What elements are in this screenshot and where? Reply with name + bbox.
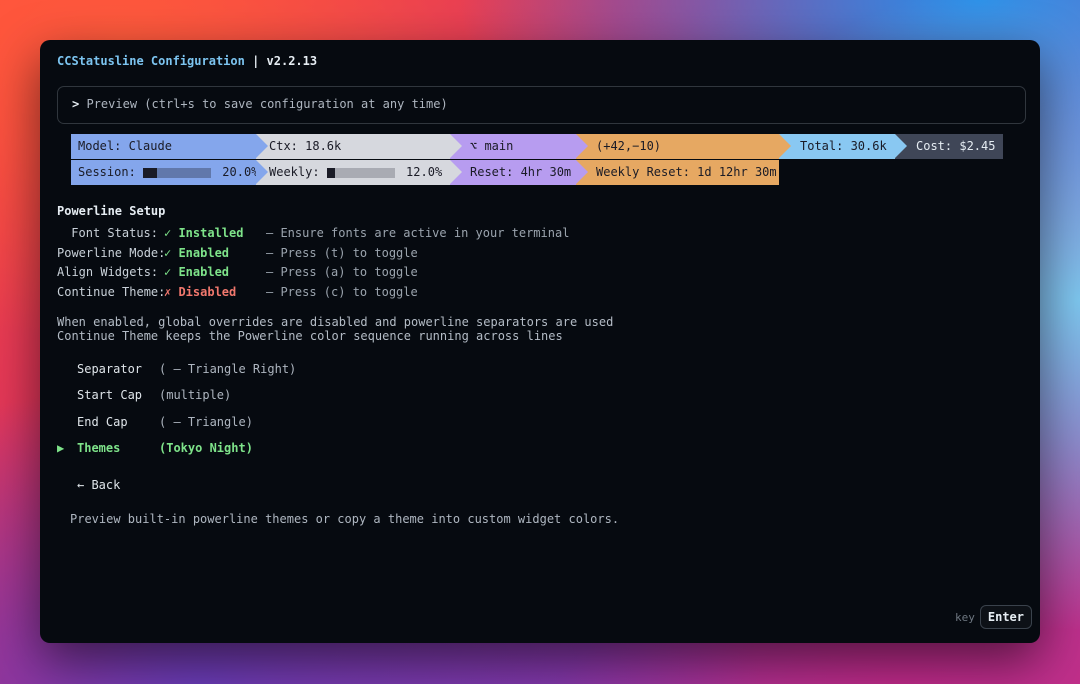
themes-value: (Tokyo Night) bbox=[159, 441, 253, 455]
model-segment: Model: Claude bbox=[71, 134, 268, 159]
continue-theme-label: Continue Theme: bbox=[57, 285, 166, 299]
end-cap-value: ( – Triangle) bbox=[159, 415, 253, 429]
session-percent: 20.0% bbox=[222, 165, 259, 179]
session-label: Session: bbox=[78, 165, 136, 179]
enter-key-button[interactable]: Enter bbox=[979, 605, 1032, 629]
model-text: Model: Claude bbox=[78, 139, 172, 153]
help-text: Preview built-in powerline themes or cop… bbox=[70, 512, 620, 526]
git-branch-text: ⌥ main bbox=[470, 139, 514, 153]
terminal-window: CCStatusline Configuration | v2.2.13 > P… bbox=[40, 40, 1040, 643]
end-cap-label: End Cap bbox=[77, 415, 128, 429]
themes-label: Themes bbox=[77, 441, 121, 455]
app-title: CCStatusline Configuration | v2.2.13 bbox=[57, 54, 317, 68]
continue-theme-value: ✗ Disabled bbox=[164, 285, 237, 299]
reset-segment: Reset: 4hr 30m bbox=[450, 160, 588, 185]
align-widgets-hint: – Press (a) to toggle bbox=[266, 265, 418, 279]
total-text: Total: 30.6k bbox=[800, 139, 887, 153]
weekly-reset-segment: Weekly Reset: 1d 12hr 30m bbox=[576, 160, 779, 185]
note-line-1: When enabled, global overrides are disab… bbox=[57, 315, 614, 329]
git-branch-segment: ⌥ main bbox=[450, 134, 588, 159]
font-status-label: Font Status: bbox=[71, 226, 158, 240]
git-changes-text: (+42,−10) bbox=[596, 139, 662, 153]
powerline-setup-title: Powerline Setup bbox=[57, 204, 166, 218]
git-changes-segment: (+42,−10) bbox=[576, 134, 791, 159]
session-usage-bar bbox=[143, 167, 212, 178]
align-widgets-label: Align Widgets: bbox=[57, 265, 159, 279]
start-cap-value: (multiple) bbox=[159, 388, 232, 402]
font-status-value: ✓ Installed bbox=[164, 226, 244, 240]
note-line-2: Continue Theme keeps the Powerline color… bbox=[57, 329, 563, 343]
weekly-label: Weekly: bbox=[269, 165, 320, 179]
powerline-row-2: Session: 20.0% Weekly: 12.0% Reset: 4hr … bbox=[71, 160, 779, 185]
continue-theme-hint: – Press (c) to toggle bbox=[266, 285, 418, 299]
align-widgets-value: ✓ Enabled bbox=[164, 265, 230, 279]
total-segment: Total: 30.6k bbox=[779, 134, 907, 159]
app-name: CCStatusline Configuration bbox=[57, 54, 245, 68]
preview-box: > Preview (ctrl+s to save configuration … bbox=[57, 86, 1026, 124]
continue-theme-row[interactable]: Continue Theme:✗ Disabled – Press (c) to … bbox=[57, 284, 418, 300]
cost-segment: Cost: $2.45 bbox=[895, 134, 1003, 159]
weekly-usage-bar bbox=[326, 167, 395, 178]
weekly-reset-text: Weekly Reset: 1d 12hr 30m bbox=[596, 165, 777, 179]
menu-item-themes[interactable]: ▶ Themes (Tokyo Night) bbox=[57, 440, 253, 456]
separator-value: ( – Triangle Right) bbox=[159, 362, 297, 376]
weekly-percent: 12.0% bbox=[406, 165, 443, 179]
align-widgets-row[interactable]: Align Widgets: ✓ Enabled – Press (a) to to… bbox=[57, 264, 418, 280]
powerline-mode-label: Powerline Mode: bbox=[57, 246, 166, 260]
font-status-row: Font Status: ✓ Installed – Ensure fonts ar… bbox=[57, 225, 569, 241]
session-usage-fill bbox=[143, 167, 158, 178]
cost-text: Cost: $2.45 bbox=[916, 139, 996, 153]
preview-text: Preview (ctrl+s to save configuration at… bbox=[86, 97, 448, 111]
key-hint-label: key bbox=[955, 610, 975, 624]
weekly-usage-fill bbox=[326, 167, 335, 178]
ctx-text: Ctx: 18.6k bbox=[269, 139, 342, 153]
weekly-segment: Weekly: 12.0% bbox=[256, 160, 462, 185]
prompt-glyph: > bbox=[72, 97, 80, 111]
powerline-mode-value: ✓ Enabled bbox=[164, 246, 230, 260]
powerline-mode-hint: – Press (t) to toggle bbox=[266, 246, 418, 260]
powerline-row-1: Model: Claude Ctx: 18.6k ⌥ main (+42,−10… bbox=[71, 134, 1003, 159]
ctx-segment: Ctx: 18.6k bbox=[256, 134, 462, 159]
app-version: | v2.2.13 bbox=[252, 54, 318, 68]
back-label: ← Back bbox=[77, 478, 121, 492]
separator-label: Separator bbox=[77, 362, 143, 376]
selection-pointer-icon: ▶ bbox=[57, 441, 65, 455]
key-hint: key Enter bbox=[955, 605, 1032, 629]
reset-text: Reset: 4hr 30m bbox=[470, 165, 572, 179]
menu-item-start-cap[interactable]: Start Cap (multiple) bbox=[57, 387, 231, 403]
menu-item-separator[interactable]: Separator ( – Triangle Right) bbox=[57, 361, 296, 377]
menu-item-end-cap[interactable]: End Cap ( – Triangle) bbox=[57, 414, 253, 430]
menu-item-back[interactable]: ← Back bbox=[57, 477, 159, 493]
font-status-hint: – Ensure fonts are active in your termin… bbox=[266, 226, 570, 240]
session-segment: Session: 20.0% bbox=[71, 160, 268, 185]
start-cap-label: Start Cap bbox=[77, 388, 143, 402]
powerline-mode-row[interactable]: Powerline Mode:✓ Enabled – Press (t) to t… bbox=[57, 245, 418, 261]
